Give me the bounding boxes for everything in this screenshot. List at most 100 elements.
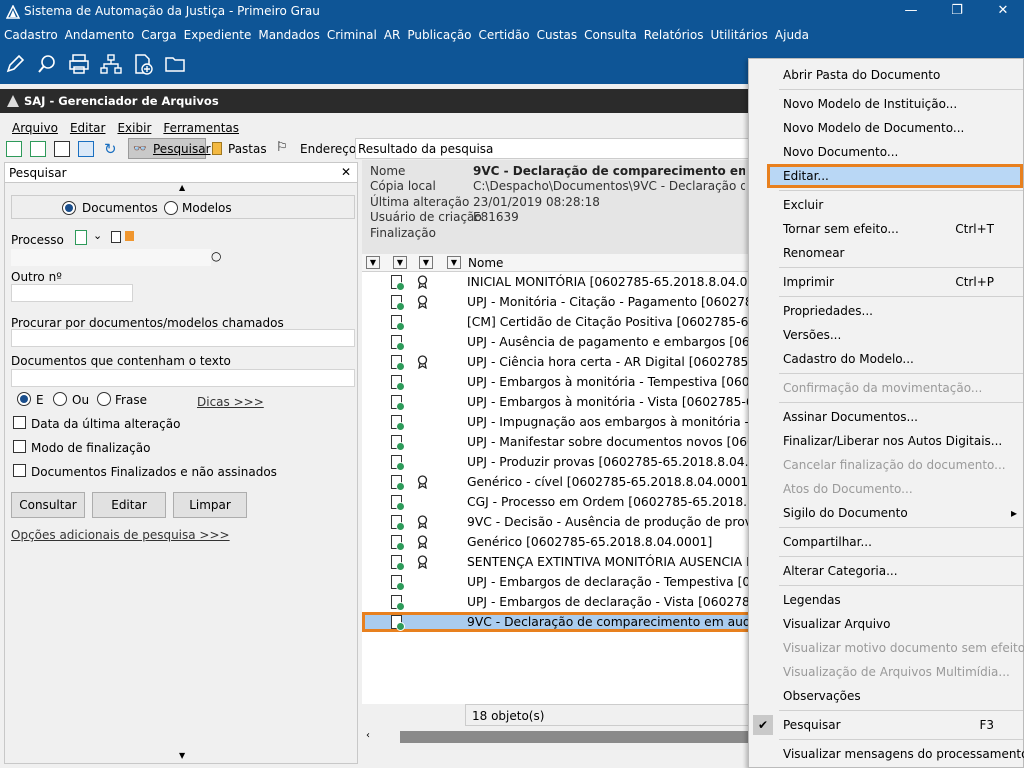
menu-0[interactable]: Cadastro [4, 28, 58, 42]
doc-search-icon[interactable] [54, 141, 70, 157]
context-item-29[interactable]: Legendas [749, 588, 1023, 612]
folders-icon[interactable] [212, 142, 222, 155]
context-item-14[interactable]: Versões... [749, 323, 1023, 347]
list-item[interactable]: 9VC - Declaração de comparecimento em au… [362, 612, 804, 632]
edit-icon[interactable] [4, 53, 26, 75]
radio-e[interactable] [17, 392, 31, 406]
menu-12[interactable]: Utilitários [710, 28, 767, 42]
list-item[interactable]: CGJ - Processo em Ordem [0602785-65.2018… [362, 492, 814, 512]
checkbox-finalized-unsigned[interactable] [13, 464, 26, 477]
menu-2[interactable]: Carga [141, 28, 176, 42]
processo-search-icon[interactable]: ○ [211, 249, 221, 263]
editar-button[interactable]: Editar [92, 492, 166, 518]
context-item-11[interactable]: Imprimir Ctrl+P [749, 270, 1023, 294]
context-item-3[interactable]: Novo Modelo de Documento... [749, 116, 1023, 140]
file-menu-2[interactable]: Exibir [117, 121, 151, 135]
list-item[interactable]: UPJ - Embargos à monitória - Tempestiva … [362, 372, 781, 392]
menu-9[interactable]: Custas [537, 28, 578, 42]
context-item-9[interactable]: Renomear [749, 241, 1023, 265]
print-icon[interactable] [78, 141, 94, 157]
horizontal-scrollbar[interactable]: ‹ [362, 728, 752, 746]
processo-doc-icon[interactable] [75, 230, 87, 245]
dicas-link[interactable]: Dicas >>> [197, 395, 264, 409]
context-item-13[interactable]: Propriedades... [749, 299, 1023, 323]
menu-7[interactable]: Publicação [407, 28, 471, 42]
context-item-15[interactable]: Cadastro do Modelo... [749, 347, 1023, 371]
menu-5[interactable]: Criminal [327, 28, 377, 42]
context-item-2[interactable]: Novo Modelo de Instituição... [749, 92, 1023, 116]
list-item[interactable]: UPJ - Embargos de declaração - Tempestiv… [362, 572, 797, 592]
col-nome-header[interactable]: Nome [468, 256, 503, 270]
context-item-20[interactable]: Finalizar/Liberar nos Autos Digitais... [749, 429, 1023, 453]
list-item[interactable]: UPJ - Embargos à monitória - Vista [0602… [362, 392, 797, 412]
list-item[interactable]: SENTENÇA EXTINTIVA MONITÓRIA AUSENCIA PR… [362, 552, 802, 572]
list-item[interactable]: UPJ - Monitória - Citação - Pagamento [0… [362, 292, 781, 312]
refresh-icon[interactable]: ↻ [104, 140, 117, 158]
radio-documents[interactable] [62, 201, 76, 215]
folder-icon[interactable] [164, 53, 186, 75]
scrollbar-thumb[interactable] [400, 731, 750, 743]
menu-3[interactable]: Expediente [184, 28, 252, 42]
radio-frase[interactable] [97, 392, 111, 406]
menu-1[interactable]: Andamento [65, 28, 135, 42]
scroll-down-icon[interactable]: ▼ [179, 751, 185, 760]
context-item-19[interactable]: Assinar Documentos... [749, 405, 1023, 429]
search-doc-icon[interactable] [36, 53, 58, 75]
new-doc-icon[interactable] [6, 141, 22, 157]
context-item-33[interactable]: Observações [749, 684, 1023, 708]
checkbox-last-change[interactable] [13, 416, 26, 429]
filter-col3-icon[interactable]: ▼ [419, 256, 433, 269]
list-item[interactable]: UPJ - Ciência hora certa - AR Digital [0… [362, 352, 796, 372]
menu-8[interactable]: Certidão [479, 28, 530, 42]
list-item[interactable]: INICIAL MONITÓRIA [0602785-65.2018.8.04.… [362, 272, 776, 292]
list-item[interactable]: Genérico - cível [0602785-65.2018.8.04.0… [362, 472, 753, 492]
chevron-down-icon[interactable]: ⌄ [93, 229, 102, 242]
scroll-up-icon[interactable]: ▲ [179, 183, 185, 192]
new-doc-plus-icon[interactable] [30, 141, 46, 157]
list-item[interactable]: [CM] Certidão de Citação Positiva [06027… [362, 312, 803, 332]
maximize-button[interactable]: ❐ [934, 0, 980, 24]
context-item-35[interactable]: ✔ Pesquisar F3 [749, 713, 1023, 737]
context-item-27[interactable]: Alterar Categoria... [749, 559, 1023, 583]
context-item-8[interactable]: Tornar sem efeito... Ctrl+T [749, 217, 1023, 241]
file-menu-0[interactable]: Arquivo [12, 121, 58, 135]
folders-label[interactable]: Pastas [228, 142, 267, 156]
context-item-37[interactable]: Visualizar mensagens do processamento [749, 742, 1024, 766]
radio-models[interactable] [164, 201, 178, 215]
radio-ou[interactable] [53, 392, 67, 406]
menu-4[interactable]: Mandados [258, 28, 320, 42]
opcoes-link[interactable]: Opções adicionais de pesquisa >>> [11, 528, 230, 542]
list-item[interactable]: UPJ - Impugnação aos embargos à monitóri… [362, 412, 793, 432]
menu-10[interactable]: Consulta [584, 28, 637, 42]
filter-col4-icon[interactable]: ▼ [447, 256, 461, 269]
hierarchy-icon[interactable] [100, 53, 122, 75]
list-item[interactable]: UPJ - Embargos de declaração - Vista [06… [362, 592, 797, 612]
menu-6[interactable]: AR [384, 28, 401, 42]
add-document-icon[interactable] [132, 53, 154, 75]
scroll-left-icon[interactable]: ‹ [366, 730, 370, 741]
menu-11[interactable]: Relatórios [644, 28, 704, 42]
printer-icon[interactable] [68, 53, 90, 75]
procurar-field[interactable] [11, 329, 355, 347]
context-item-25[interactable]: Compartilhar... [749, 530, 1023, 554]
context-item-30[interactable]: Visualizar Arquivo [749, 612, 1023, 636]
file-menu-3[interactable]: Ferramentas [163, 121, 239, 135]
address-field[interactable]: Resultado da pesquisa [355, 138, 750, 159]
checkbox-finalization-mode[interactable] [13, 440, 26, 453]
menu-13[interactable]: Ajuda [775, 28, 809, 42]
context-item-4[interactable]: Novo Documento... [749, 140, 1023, 164]
list-item[interactable]: UPJ - Ausência de pagamento e embargos [… [362, 332, 789, 352]
filter-col2-icon[interactable]: ▼ [393, 256, 407, 269]
close-panel-button[interactable]: ✕ [341, 165, 351, 179]
list-item[interactable]: UPJ - Manifestar sobre documentos novos … [362, 432, 786, 452]
minimize-button[interactable]: — [888, 0, 934, 24]
processo-field[interactable] [11, 249, 211, 266]
processo-note-icon[interactable] [111, 231, 121, 243]
list-item[interactable]: 9VC - Decisão - Ausência de produção de … [362, 512, 790, 532]
context-item-23[interactable]: Sigilo do Documento ▸ [749, 501, 1023, 525]
list-item[interactable]: Genérico [0602785-65.2018.8.04.0001] [362, 532, 752, 552]
context-item-5[interactable]: Editar... [767, 164, 1023, 188]
close-button[interactable]: ✕ [980, 0, 1024, 24]
consultar-button[interactable]: Consultar [11, 492, 85, 518]
limpar-button[interactable]: Limpar [173, 492, 247, 518]
